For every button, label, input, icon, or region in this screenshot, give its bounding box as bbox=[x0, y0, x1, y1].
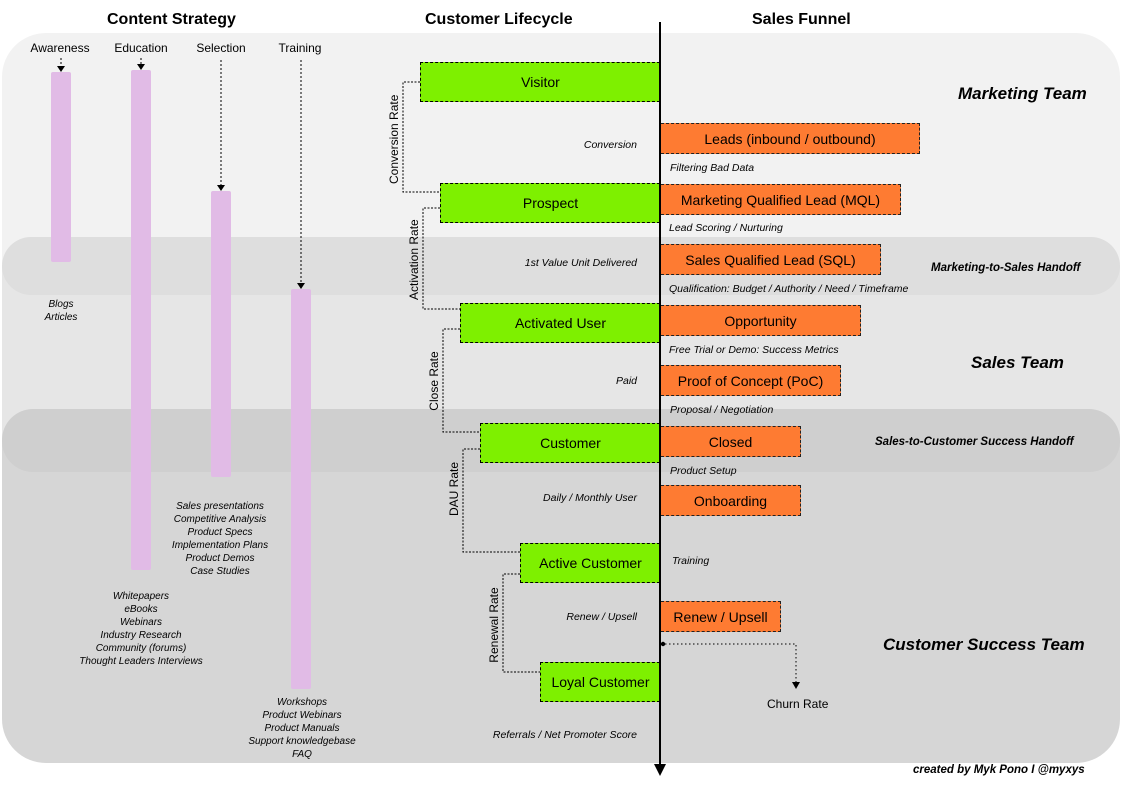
marketing-to-sales-handoff-label: Marketing-to-Sales Handoff bbox=[931, 262, 1081, 274]
education-arrowhead-icon bbox=[137, 64, 145, 70]
funnel-step-product-setup: Product Setup bbox=[670, 465, 737, 477]
lifecycle-stage-prospect: Prospect bbox=[440, 183, 660, 223]
churn-origin-dot bbox=[660, 641, 666, 647]
funnel-stage-closed: Closed bbox=[661, 426, 801, 457]
lifecycle-stage-visitor: Visitor bbox=[420, 62, 660, 102]
funnel-stage-mql: Marketing Qualified Lead (MQL) bbox=[661, 184, 901, 215]
funnel-step-qualification: Qualification: Budget / Authority / Need… bbox=[669, 283, 909, 295]
rate-close: Close Rate bbox=[427, 351, 441, 411]
transition-conversion: Conversion bbox=[583, 139, 637, 151]
funnel-stage-opportunity: Opportunity bbox=[661, 305, 861, 336]
funnel-step-filtering: Filtering Bad Data bbox=[670, 162, 755, 174]
transition-daily-monthly: Daily / Monthly User bbox=[543, 492, 637, 504]
funnel-stage-poc: Proof of Concept (PoC) bbox=[661, 365, 841, 396]
awareness-arrowhead-icon bbox=[57, 66, 65, 72]
lifecycle-stage-customer: Customer bbox=[480, 423, 660, 463]
lifecycle-stage-loyal-customer: Loyal Customer bbox=[540, 662, 660, 702]
funnel-step-training: Training bbox=[672, 555, 710, 567]
funnel-stage-sql: Sales Qualified Lead (SQL) bbox=[661, 244, 881, 275]
rate-conversion: Conversion Rate bbox=[387, 94, 401, 184]
churn-arrowhead-icon bbox=[792, 682, 800, 689]
training-arrowhead-icon bbox=[297, 283, 305, 289]
churn-line bbox=[665, 643, 797, 682]
selection-arrowhead-icon bbox=[217, 185, 225, 191]
funnel-stage-onboarding: Onboarding bbox=[661, 485, 801, 516]
credit-line: created by Myk Pono I @myxys bbox=[913, 764, 1085, 776]
close-rate-bracket bbox=[442, 328, 480, 433]
marketing-team-label: Marketing Team bbox=[958, 84, 1087, 103]
rate-renewal: Renewal Rate bbox=[487, 587, 501, 663]
rate-dau: DAU Rate bbox=[447, 461, 461, 517]
funnel-step-lead-scoring: Lead Scoring / Nurturing bbox=[669, 222, 783, 234]
transition-first-value: 1st Value Unit Delivered bbox=[524, 257, 637, 269]
funnel-stage-renew-upsell: Renew / Upsell bbox=[661, 601, 781, 632]
transition-paid: Paid bbox=[615, 375, 637, 387]
funnel-step-proposal: Proposal / Negotiation bbox=[670, 404, 774, 416]
lifecycle-stage-activated-user: Activated User bbox=[460, 303, 660, 343]
activation-rate-bracket bbox=[422, 207, 460, 310]
sales-team-label: Sales Team bbox=[971, 353, 1064, 372]
funnel-step-free-trial: Free Trial or Demo: Success Metrics bbox=[669, 344, 839, 356]
lifecycle-stage-active-customer: Active Customer bbox=[520, 543, 660, 583]
churn-rate-label: Churn Rate bbox=[767, 697, 829, 711]
funnel-stage-leads: Leads (inbound / outbound) bbox=[661, 123, 920, 154]
transition-renew-upsell: Renew / Upsell bbox=[566, 611, 637, 623]
renewal-rate-bracket bbox=[502, 573, 540, 673]
dau-rate-bracket bbox=[462, 448, 520, 553]
customer-success-team-label: Customer Success Team bbox=[883, 635, 1085, 654]
rate-activation: Activation Rate bbox=[407, 219, 421, 300]
sales-to-cs-handoff-label: Sales-to-Customer Success Handoff bbox=[875, 436, 1074, 448]
transition-referrals-nps: Referrals / Net Promoter Score bbox=[492, 729, 637, 741]
